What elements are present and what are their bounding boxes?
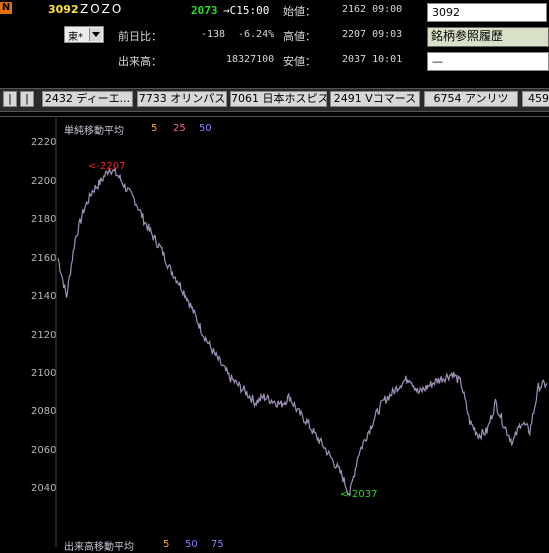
- high-marker-label: <-2207: [88, 161, 126, 172]
- vol-ma-label: 出来高移動平均: [64, 542, 134, 553]
- low-marker-label: <-2037: [340, 489, 378, 500]
- price-line: [57, 166, 548, 497]
- vol-ma-period-50: 50: [185, 539, 198, 550]
- vol-ma-period-75: 75: [211, 539, 224, 550]
- vol-ma-period-5: 5: [163, 539, 170, 550]
- price-chart: [55, 118, 548, 547]
